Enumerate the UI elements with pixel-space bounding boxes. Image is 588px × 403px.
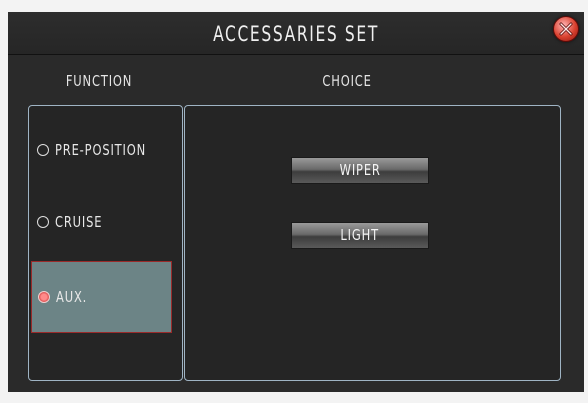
choice-column-header: CHOICE	[322, 72, 372, 90]
title-bar: ACCESSARIES SET	[8, 12, 584, 55]
close-icon[interactable]	[553, 16, 579, 42]
light-button[interactable]: LIGHT	[291, 222, 429, 249]
option-label: AUX.	[56, 288, 88, 306]
radio-button[interactable]	[37, 216, 49, 228]
button-label: LIGHT	[340, 226, 380, 244]
radio-button-selected[interactable]	[38, 291, 50, 303]
option-label: PRE-POSITION	[55, 141, 147, 159]
wiper-button[interactable]: WIPER	[291, 157, 429, 184]
choice-panel: WIPER LIGHT	[184, 105, 561, 381]
function-option-cruise[interactable]: CRUISE	[31, 186, 172, 258]
function-panel: PRE-POSITION CRUISE AUX.	[28, 105, 183, 381]
dialog-title: ACCESSARIES SET	[213, 22, 379, 46]
function-option-pre-position[interactable]: PRE-POSITION	[31, 114, 172, 186]
function-column-header: FUNCTION	[65, 72, 133, 90]
function-option-aux[interactable]: AUX.	[31, 261, 172, 333]
button-label: WIPER	[339, 161, 381, 179]
option-label: CRUISE	[55, 213, 103, 231]
accessaries-set-dialog: ACCESSARIES SET FUNCTION CHOICE PRE-POSI…	[8, 12, 584, 392]
radio-button[interactable]	[37, 144, 49, 156]
